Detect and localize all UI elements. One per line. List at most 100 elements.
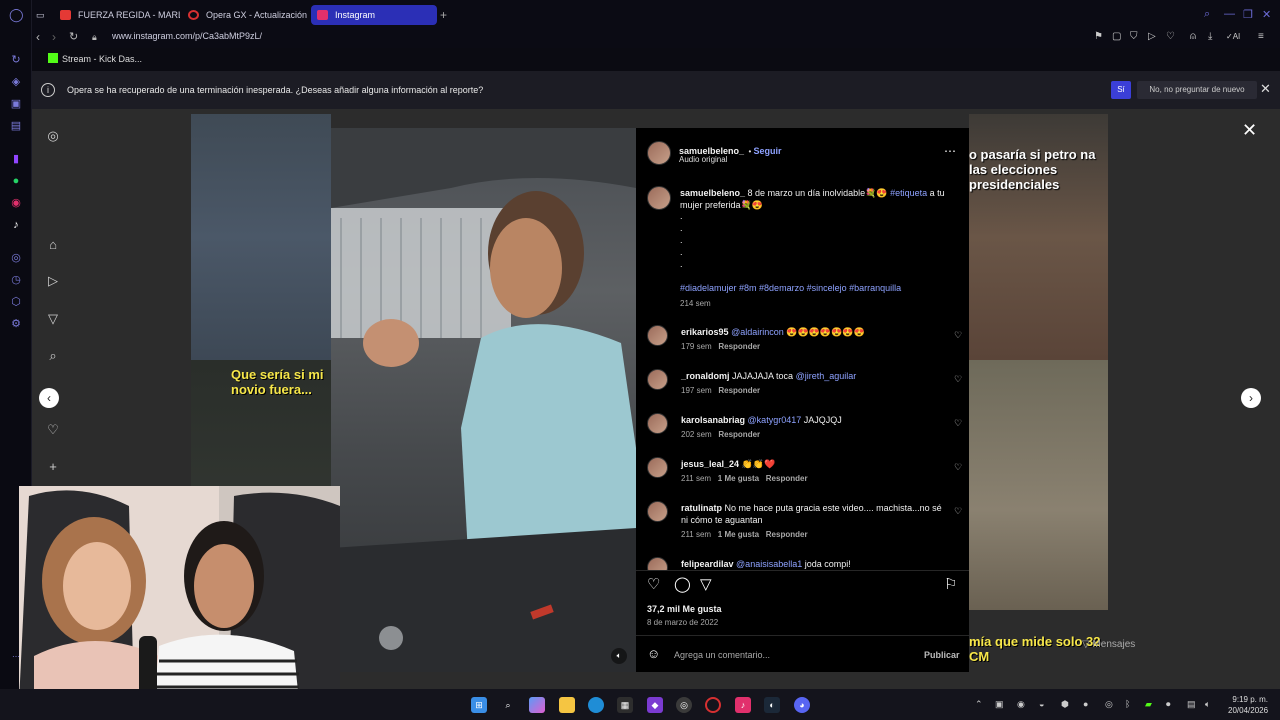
publish-button[interactable]: Publicar (924, 650, 960, 660)
controller-icon[interactable]: ▣ (9, 97, 23, 111)
bluetooth-icon[interactable]: ᛒ (1125, 699, 1130, 709)
minimize-icon[interactable]: — (1224, 8, 1235, 20)
close-modal-icon[interactable]: ✕ (1242, 120, 1257, 141)
next-post-button[interactable]: › (1241, 388, 1261, 408)
forward-icon[interactable]: › (52, 30, 56, 44)
snapshot-icon[interactable]: ▢ (1112, 31, 1121, 42)
tray-chevron-icon[interactable]: ⌃ (975, 699, 983, 710)
ai-icon[interactable]: ✓AI (1226, 32, 1240, 41)
reply-button[interactable]: Responder (718, 386, 760, 395)
tab-instagram[interactable]: Instagram (311, 5, 437, 25)
comment-avatar[interactable] (647, 501, 668, 522)
whatsapp-icon[interactable]: ● (9, 174, 23, 188)
opera-logo-icon[interactable]: ◯ (9, 8, 24, 22)
caption-hashtags[interactable]: #diadelamujer #8m #8demarzo #sincelejo #… (680, 282, 901, 294)
messages-pill[interactable]: ▽ Mensajes (1082, 639, 1192, 659)
home-icon[interactable]: ⌂ (45, 237, 61, 253)
heart-icon[interactable]: ♡ (1166, 31, 1175, 42)
comment-like-icon[interactable]: ♡ (954, 462, 962, 473)
refresh-icon[interactable]: ↻ (9, 53, 23, 67)
network-icon[interactable]: ▤ (1187, 699, 1196, 710)
bookmark-kick[interactable]: Stream - Kick Das... (48, 53, 142, 64)
tray-app-icon[interactable]: ◉ (1017, 699, 1025, 710)
twitch-icon[interactable]: ▮ (9, 152, 23, 166)
back-icon[interactable]: ‹ (36, 30, 40, 44)
nvidia-icon[interactable]: ▰ (1145, 699, 1152, 710)
play-icon[interactable]: ▷ (1148, 31, 1156, 42)
messages-icon[interactable]: ▽ (45, 311, 61, 327)
extensions-icon[interactable]: ⬡ (9, 295, 23, 309)
reply-button[interactable]: Responder (718, 342, 760, 351)
bookmark-icon[interactable]: ⚑ (1094, 31, 1103, 42)
create-icon[interactable]: + (45, 459, 61, 475)
save-icon[interactable]: ⚐ (944, 575, 957, 593)
caption-avatar[interactable] (647, 186, 671, 210)
share-icon[interactable]: ▽ (700, 575, 712, 593)
search-icon[interactable]: ⌕ (45, 348, 61, 364)
like-count[interactable]: 37,2 mil Me gusta (647, 604, 722, 614)
instagram-icon[interactable]: ◉ (9, 196, 23, 210)
opera-gx-icon[interactable] (705, 697, 721, 713)
history-icon[interactable]: ◷ (9, 273, 23, 287)
comment-like-icon[interactable]: ♡ (954, 418, 962, 429)
comment-like-icon[interactable]: ♡ (954, 374, 962, 385)
workspaces-icon[interactable]: ▭ (36, 5, 50, 25)
tiktok-icon[interactable]: ♪ (9, 218, 23, 232)
audio-label[interactable]: Audio original (679, 155, 727, 164)
close-window-icon[interactable]: ✕ (1262, 8, 1271, 21)
comment-avatar[interactable] (647, 413, 668, 434)
comment-like-icon[interactable]: ♡ (954, 330, 962, 341)
start-icon[interactable]: ⊞ (471, 697, 487, 713)
shield-icon[interactable]: ⛉ (1130, 31, 1138, 42)
notifications-icon[interactable]: ♡ (45, 422, 61, 438)
mic-icon[interactable]: ⏺ (1166, 699, 1171, 710)
volume-icon[interactable]: 🔈︎ (1205, 699, 1210, 710)
player-icon[interactable]: ◎ (9, 251, 23, 265)
obs-icon[interactable]: ◎ (676, 697, 692, 713)
tiktok-icon[interactable]: ♪ (735, 697, 751, 713)
tab-fuerza-regida[interactable]: FUERZA REGIDA - MARLB (54, 5, 180, 25)
like-icon[interactable]: ♡ (647, 575, 660, 593)
copilot-icon[interactable] (529, 697, 545, 713)
file-explorer-icon[interactable] (559, 697, 575, 713)
comment-avatar[interactable] (647, 557, 668, 571)
url-field[interactable]: www.instagram.com/p/Ca3abMtP9zL/ (112, 31, 262, 41)
author-avatar[interactable] (647, 141, 671, 165)
reels-icon[interactable]: ▷ (45, 273, 61, 289)
steam-icon[interactable]: ◐ (764, 697, 780, 713)
restore-icon[interactable]: ❐ (1243, 8, 1253, 21)
tray-app-icon[interactable]: ● (1083, 699, 1088, 709)
search-icon[interactable]: ⌕ (1204, 8, 1210, 21)
app-icon[interactable]: ◆ (647, 697, 663, 713)
emoji-icon[interactable]: ☺ (647, 646, 660, 661)
aria-icon[interactable]: ◈ (9, 75, 23, 89)
more-options-icon[interactable]: ⋯ (944, 144, 956, 158)
never-ask-button[interactable]: No, no preguntar de nuevo (1137, 81, 1257, 99)
post-video[interactable]: 🔈︎ (331, 128, 636, 672)
discord-icon[interactable]: ◕ (794, 697, 810, 713)
previous-post-button[interactable]: ‹ (39, 388, 59, 408)
settings-icon[interactable]: ⚙ (9, 317, 23, 331)
reload-icon[interactable]: ↻ (69, 30, 78, 43)
search-icon[interactable]: ⌕ (500, 697, 516, 713)
menu-icon[interactable]: ≡ (1258, 31, 1264, 42)
comment-icon[interactable]: ◯ (674, 575, 691, 593)
download-icon[interactable]: ⤓ (1208, 31, 1212, 42)
tray-app-icon[interactable]: ◎ (1105, 699, 1113, 710)
comment-avatar[interactable] (647, 369, 668, 390)
system-clock[interactable]: 9:19 p. m. 20/04/2026 (1228, 694, 1268, 716)
comment-avatar[interactable] (647, 325, 668, 346)
follow-button[interactable]: Seguir (754, 146, 782, 156)
tray-app-icon[interactable]: ⬢ (1061, 699, 1069, 710)
reply-button[interactable]: Responder (766, 530, 808, 539)
instagram-logo-icon[interactable]: ◎ (45, 128, 61, 144)
reply-button[interactable]: Responder (718, 430, 760, 439)
profile-icon[interactable]: ⍝ (1190, 31, 1196, 42)
close-notification-icon[interactable]: ✕ (1260, 81, 1271, 97)
reply-button[interactable]: Responder (766, 474, 808, 483)
comment-like-icon[interactable]: ♡ (954, 506, 962, 517)
tab-opera-gx[interactable]: Opera GX - Actualización (182, 5, 308, 25)
new-tab-button[interactable]: + (440, 5, 454, 25)
gx-corner-icon[interactable]: ▤ (9, 119, 23, 133)
edge-icon[interactable] (588, 697, 604, 713)
